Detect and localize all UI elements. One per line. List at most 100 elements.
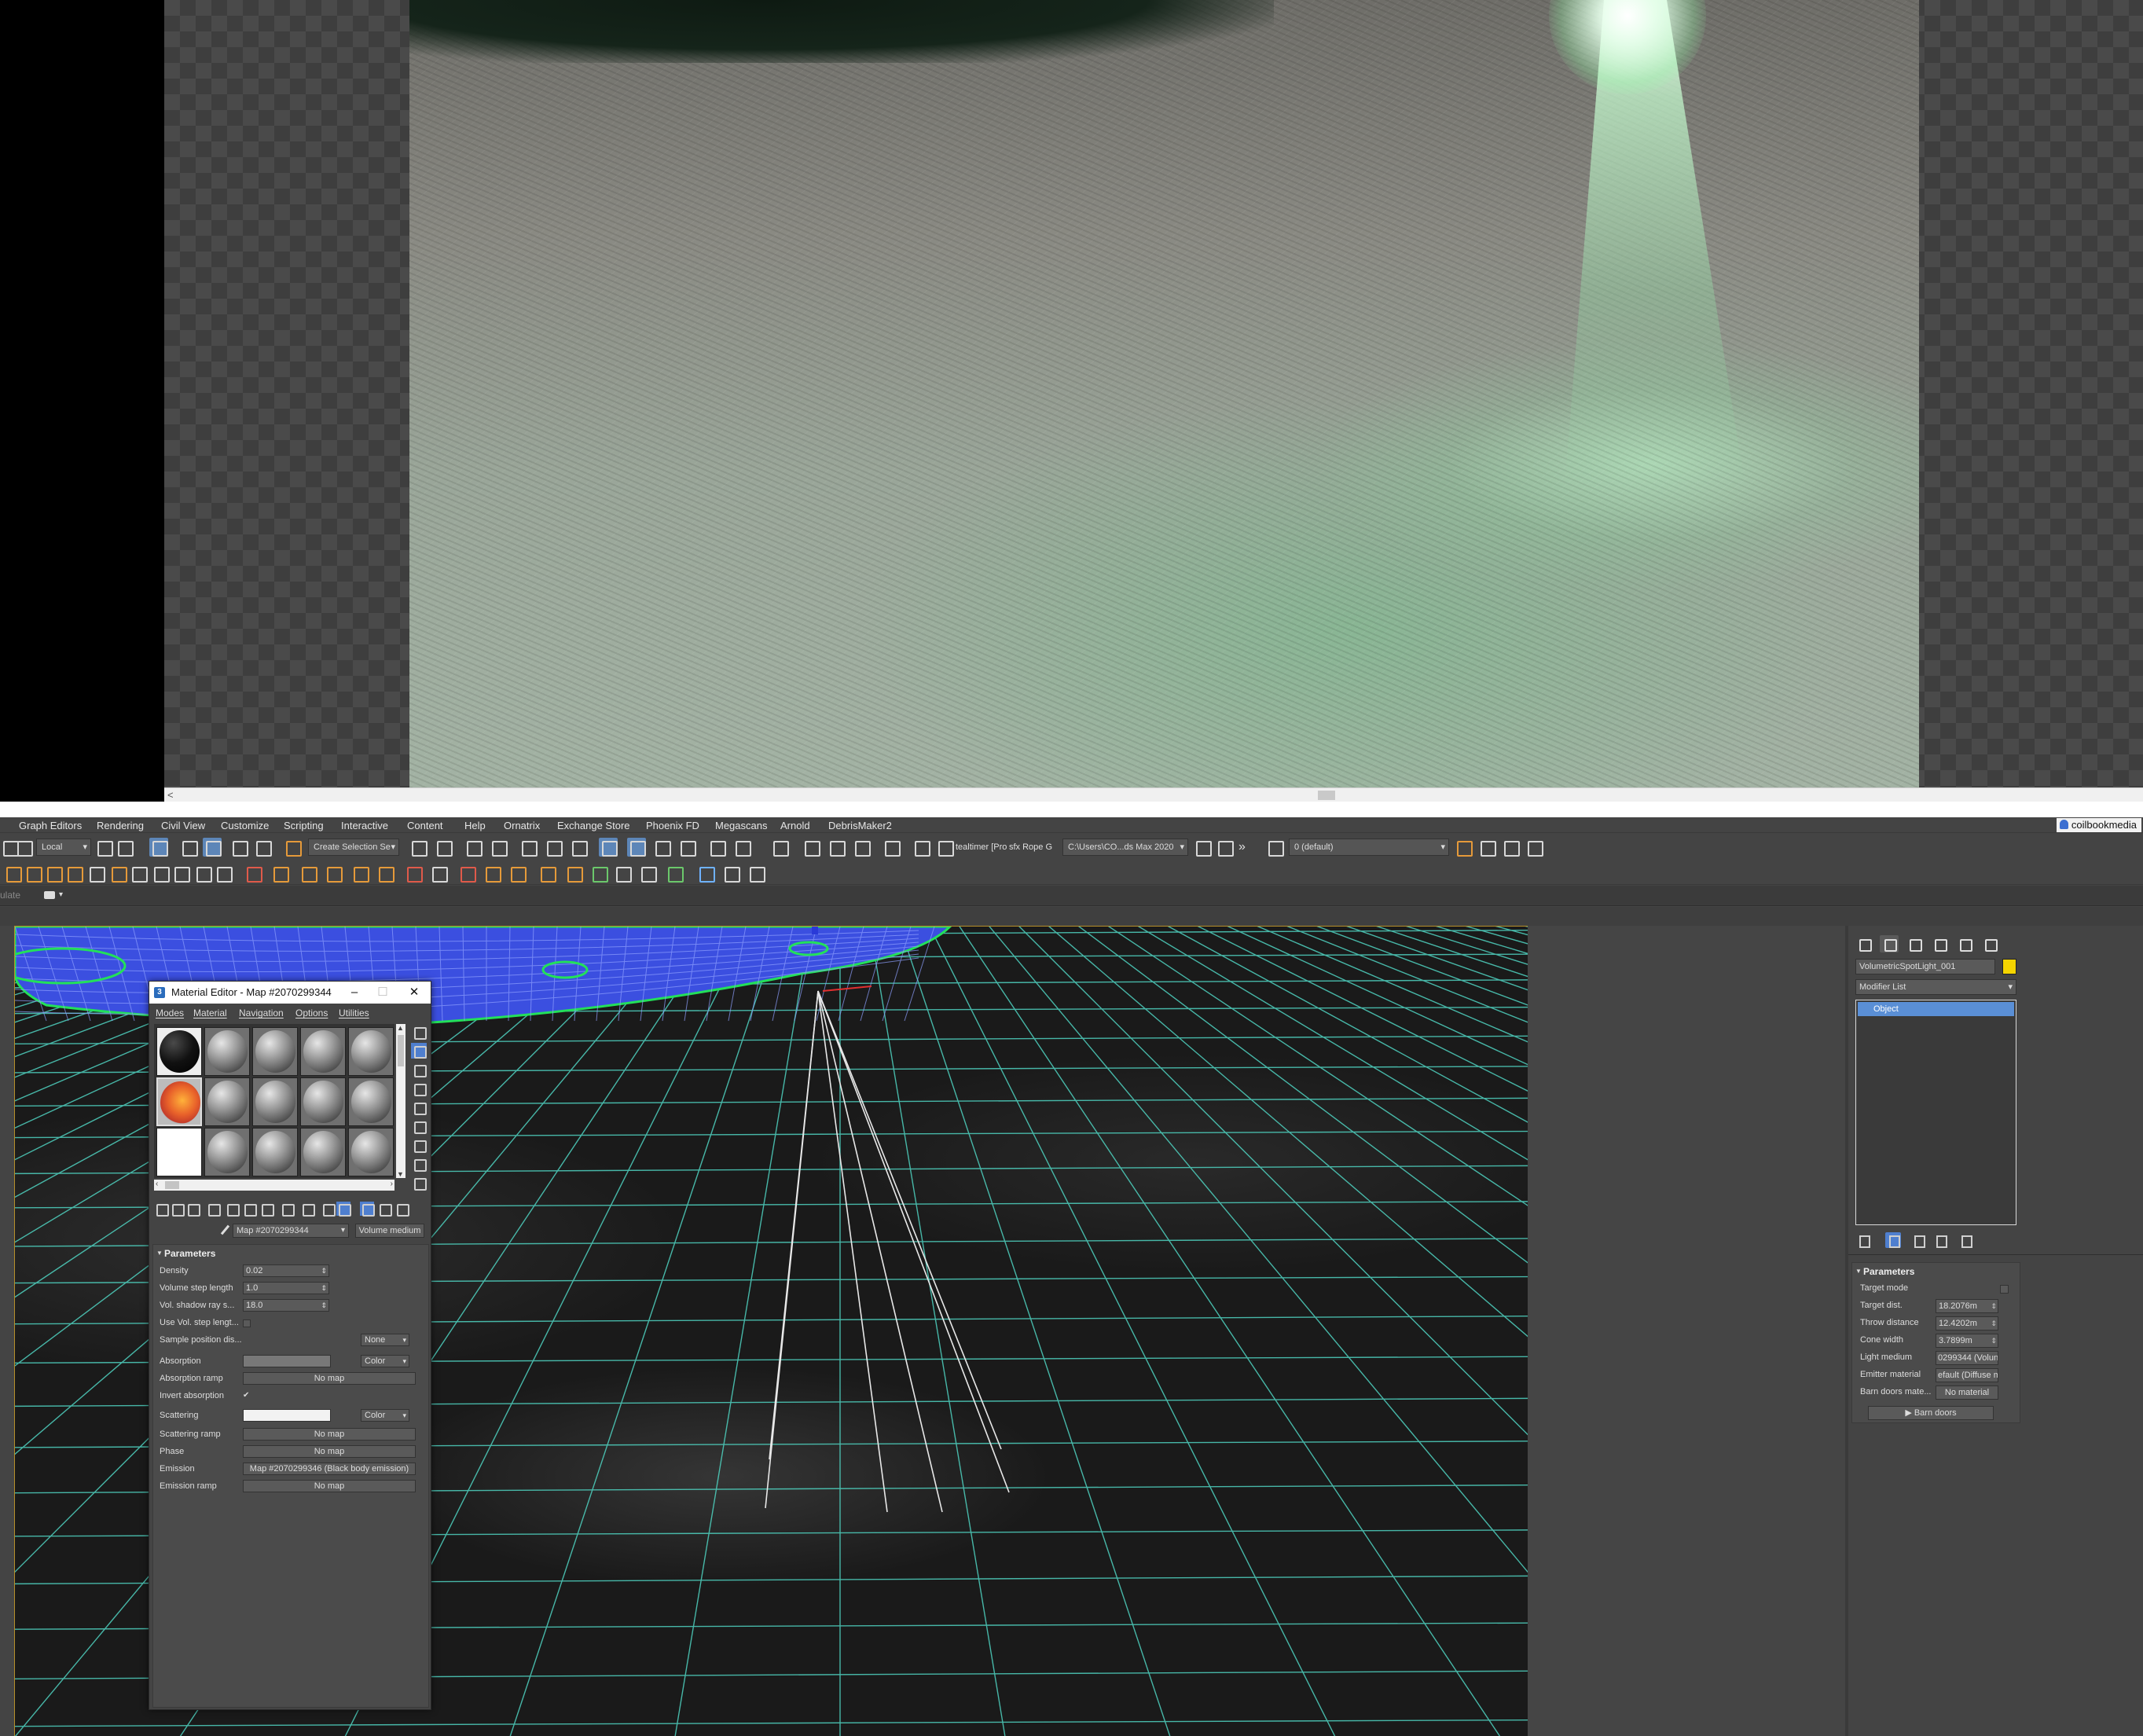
emitter-material-button[interactable]: efault (Diffuse m <box>1936 1368 1998 1382</box>
align-icon[interactable] <box>434 838 453 857</box>
material-id-channel-icon[interactable] <box>280 1202 295 1217</box>
emission-ramp-button[interactable]: No map <box>243 1480 416 1492</box>
layer-dropdown[interactable]: 0 (default) <box>1289 839 1449 856</box>
sample-slot[interactable] <box>300 1128 346 1176</box>
record-icon[interactable] <box>802 838 820 857</box>
map-type-button[interactable]: Volume medium <box>355 1224 424 1238</box>
absorption-ramp-button[interactable]: No map <box>243 1372 416 1385</box>
menu-customize[interactable]: Customize <box>221 820 269 831</box>
project-folder-icon[interactable] <box>1193 838 1212 857</box>
percent-snap-icon[interactable] <box>229 838 248 857</box>
quick-render-icon[interactable] <box>882 838 901 857</box>
rollout-collapse-icon[interactable]: ▼ <box>156 1250 163 1257</box>
slots-vertical-scrollbar[interactable]: ▲ ▼ <box>396 1024 405 1178</box>
slots-horizontal-scrollbar[interactable]: ‹ › <box>154 1180 394 1191</box>
create-layer-icon[interactable] <box>1454 838 1473 857</box>
select-by-material-icon[interactable] <box>411 1156 427 1172</box>
rollout-collapse-icon[interactable]: ▼ <box>1855 1268 1862 1275</box>
pick-material-icon[interactable] <box>377 1202 392 1217</box>
menu-scripting[interactable]: Scripting <box>284 820 324 831</box>
menu-graph-editors[interactable]: Graph Editors <box>19 820 82 831</box>
plugin-tool-31-icon[interactable] <box>747 864 765 883</box>
mirror-icon[interactable] <box>409 838 427 857</box>
plugin-tool-2-icon[interactable] <box>24 864 42 883</box>
plugin-tool-4-icon[interactable] <box>64 864 83 883</box>
plugin-tool-28-icon[interactable] <box>665 864 684 883</box>
reset-map-icon[interactable] <box>206 1202 221 1217</box>
video-color-check-icon[interactable] <box>411 1099 427 1115</box>
object-name-field[interactable]: VolumetricSpotLight_001 <box>1855 959 1995 974</box>
sample-slot[interactable] <box>156 1027 202 1076</box>
modifier-stack[interactable]: Object <box>1855 1000 2016 1225</box>
utilities-tab-icon[interactable] <box>1980 935 1999 952</box>
railclone-icon[interactable] <box>589 864 608 883</box>
layer-explorer-icon[interactable] <box>489 838 508 857</box>
plugin-tool-8-icon[interactable] <box>151 864 170 883</box>
plugin-tool-5-icon[interactable] <box>86 864 105 883</box>
make-unique-icon[interactable] <box>1910 1232 1926 1248</box>
menu-interactive[interactable]: Interactive <box>341 820 388 831</box>
plugin-tool-12-icon[interactable] <box>244 864 262 883</box>
script-button-icon[interactable] <box>770 838 789 857</box>
sample-slot[interactable] <box>252 1128 298 1176</box>
plugin-tool-14-icon[interactable] <box>299 864 317 883</box>
scroll-thumb[interactable] <box>1318 791 1335 800</box>
menu-navigation[interactable]: Navigation <box>239 1007 284 1018</box>
sample-slot[interactable] <box>252 1077 298 1126</box>
object-color-swatch[interactable] <box>2002 959 2016 974</box>
rollout-title[interactable]: Parameters <box>164 1248 215 1259</box>
render-horizontal-scrollbar[interactable]: < <box>164 787 2143 802</box>
target-mode-checkbox[interactable] <box>2000 1285 2009 1294</box>
pivot-icon[interactable] <box>94 838 113 857</box>
plugin-tool-18-icon[interactable] <box>404 864 423 883</box>
menu-help[interactable]: Help <box>464 820 486 831</box>
render-setup-icon[interactable] <box>627 838 646 857</box>
menu-exchange-store[interactable]: Exchange Store <box>557 820 630 831</box>
close-icon[interactable]: ✕ <box>402 984 426 1001</box>
sample-slot[interactable] <box>348 1128 394 1176</box>
scroll-up-icon[interactable]: ▲ <box>397 1024 404 1032</box>
menu-arnold[interactable]: Arnold <box>780 820 810 831</box>
schematic-view-icon[interactable] <box>569 838 588 857</box>
sample-slot[interactable] <box>252 1027 298 1076</box>
menu-phoenix-fd[interactable]: Phoenix FD <box>646 820 699 831</box>
scroll-right-icon[interactable]: › <box>391 1180 393 1188</box>
menu-megascans[interactable]: Megascans <box>715 820 767 831</box>
plugin-tool-9-icon[interactable] <box>171 864 190 883</box>
display-tab-icon[interactable] <box>1955 935 1974 952</box>
phase-button[interactable]: No map <box>243 1445 416 1458</box>
sample-slot[interactable] <box>204 1128 250 1176</box>
get-material-icon[interactable] <box>154 1202 169 1217</box>
light-medium-button[interactable]: 0299344 (Volun <box>1936 1351 1998 1365</box>
options-icon[interactable] <box>411 1137 427 1153</box>
show-end-result-icon[interactable] <box>321 1202 336 1217</box>
user-account-button[interactable]: coilbookmedia <box>2056 818 2141 832</box>
sample-uv-tiling-icon[interactable] <box>411 1081 427 1096</box>
material-map-icon[interactable] <box>394 1202 409 1217</box>
motion-tab-icon[interactable] <box>1930 935 1949 952</box>
sample-type-icon[interactable] <box>411 1024 427 1040</box>
render-activeshade-icon[interactable] <box>732 838 751 857</box>
scattering-ramp-button[interactable]: No map <box>243 1428 416 1441</box>
sample-slot[interactable] <box>348 1077 394 1126</box>
map-name-dropdown[interactable]: Map #2070299344 <box>233 1224 349 1238</box>
cone-width-spinner[interactable]: 3.7899m <box>1936 1334 1998 1348</box>
menu-ornatrix[interactable]: Ornatrix <box>504 820 540 831</box>
material-map-navigator-icon[interactable] <box>411 1175 427 1191</box>
absorption-color-swatch[interactable] <box>243 1355 331 1367</box>
emission-map-button[interactable]: Map #2070299346 (Black body emission) <box>243 1463 416 1475</box>
layer-manager-icon[interactable] <box>1265 838 1284 857</box>
menu-rendering[interactable]: Rendering <box>97 820 144 831</box>
configure-modifier-sets-icon[interactable] <box>1958 1232 1973 1248</box>
move-icon[interactable] <box>115 838 134 857</box>
use-vol-step-length-checkbox[interactable] <box>243 1319 251 1327</box>
reference-coord-dropdown[interactable]: Local <box>36 839 91 856</box>
minimize-icon[interactable]: – <box>343 984 366 1001</box>
script-icon[interactable] <box>912 838 930 857</box>
sample-slot[interactable] <box>156 1128 202 1176</box>
copy-material-icon[interactable] <box>225 1202 240 1217</box>
plugin-tool-13-icon[interactable] <box>270 864 289 883</box>
ribbon-toggle-icon[interactable] <box>519 838 538 857</box>
show-end-result-icon[interactable] <box>1885 1232 1901 1248</box>
make-unique-icon[interactable] <box>242 1202 257 1217</box>
